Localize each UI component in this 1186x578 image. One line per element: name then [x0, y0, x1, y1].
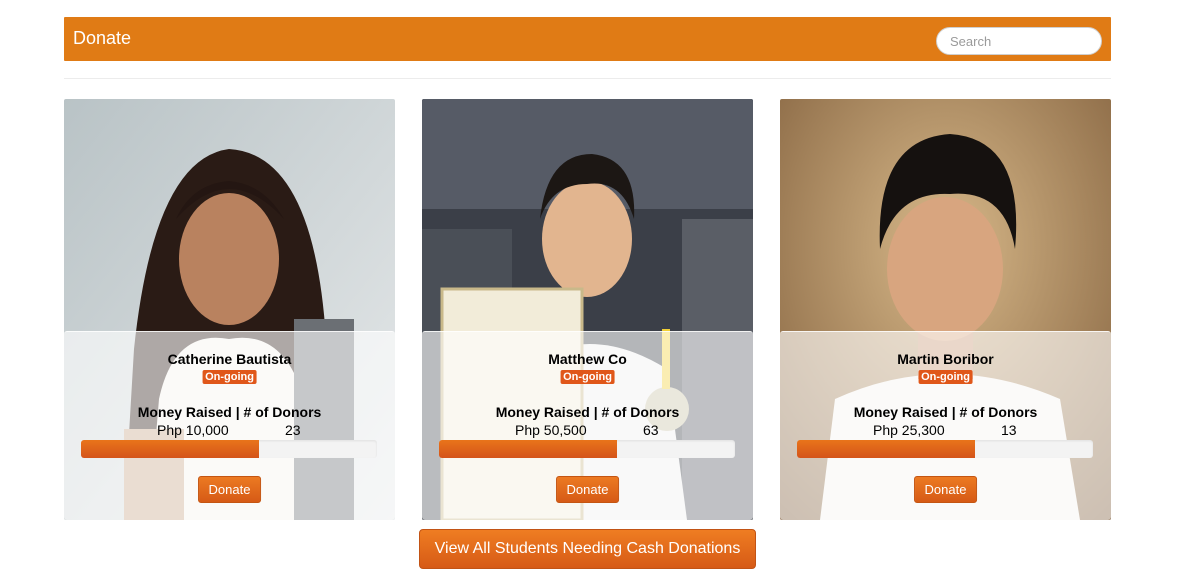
- progress-bar: [81, 440, 377, 458]
- student-name[interactable]: Martin Boribor: [780, 351, 1111, 367]
- status-badge: On-going: [202, 370, 257, 384]
- view-all-students-button[interactable]: View All Students Needing Cash Donations: [419, 529, 756, 569]
- donor-count: 63: [643, 422, 659, 438]
- money-raised: Php 50,500: [515, 422, 587, 438]
- metric-label: Money Raised | # of Donors: [495, 404, 680, 420]
- student-card: Matthew Co On-going Money Raised | # of …: [422, 99, 753, 520]
- student-name[interactable]: Catherine Bautista: [64, 351, 395, 367]
- donor-count: 23: [285, 422, 301, 438]
- progress-fill: [439, 440, 617, 458]
- progress-bar: [797, 440, 1093, 458]
- status-badge: On-going: [918, 370, 973, 384]
- metric-label: Money Raised | # of Donors: [137, 404, 322, 420]
- progress-bar: [439, 440, 735, 458]
- student-card: Martin Boribor On-going Money Raised | #…: [780, 99, 1111, 520]
- money-raised: Php 10,000: [157, 422, 229, 438]
- status-badge: On-going: [560, 370, 615, 384]
- student-card: Catherine Bautista On-going Money Raised…: [64, 99, 395, 520]
- progress-fill: [81, 440, 259, 458]
- student-name[interactable]: Matthew Co: [422, 351, 753, 367]
- donate-button[interactable]: Donate: [555, 476, 620, 503]
- top-navbar: Donate: [64, 17, 1111, 61]
- progress-fill: [797, 440, 975, 458]
- donate-button[interactable]: Donate: [913, 476, 978, 503]
- navbar-brand[interactable]: Donate: [73, 28, 131, 49]
- search-input[interactable]: [936, 27, 1102, 55]
- money-raised: Php 25,300: [873, 422, 945, 438]
- donate-button[interactable]: Donate: [197, 476, 262, 503]
- header-divider: [64, 78, 1111, 79]
- donor-count: 13: [1001, 422, 1017, 438]
- metric-label: Money Raised | # of Donors: [853, 404, 1038, 420]
